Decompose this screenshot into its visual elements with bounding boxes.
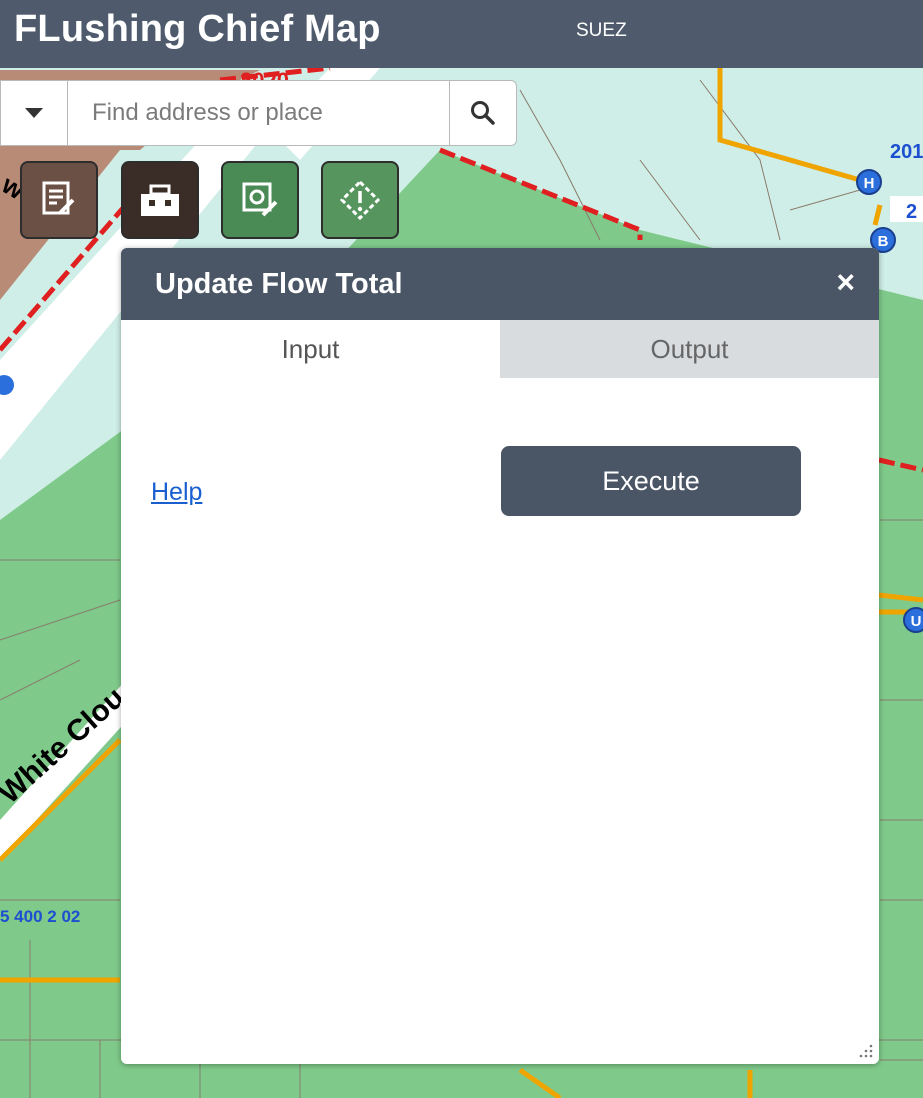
svg-text:H: H — [864, 175, 875, 192]
marker-h[interactable]: H — [856, 169, 882, 195]
help-link[interactable]: Help — [151, 478, 202, 507]
resize-grip-icon[interactable] — [859, 1044, 873, 1058]
map-label-2: 2 — [906, 201, 917, 223]
marker-u[interactable]: U — [903, 607, 923, 633]
chevron-down-icon — [25, 108, 43, 118]
panel-title: Update Flow Total — [155, 268, 403, 300]
notes-tool-button[interactable] — [20, 161, 98, 239]
toolbox-tool-button[interactable] — [121, 161, 199, 239]
svg-text:U: U — [911, 613, 922, 630]
toolbox-icon — [141, 184, 179, 216]
warning-area-icon — [340, 180, 380, 220]
close-icon[interactable]: × — [836, 266, 855, 298]
notes-icon — [42, 181, 75, 215]
map-label-201: 201 — [890, 141, 923, 163]
search-input[interactable] — [68, 81, 449, 145]
search-button[interactable] — [449, 81, 516, 145]
tab-output[interactable]: Output — [500, 320, 879, 378]
panel-tabs: Input Output — [121, 320, 879, 378]
search-bar — [0, 80, 517, 146]
warning-area-tool-button[interactable] — [321, 161, 399, 239]
map-label-parcel: 5 400 2 02 — [0, 907, 80, 926]
app-title: FLushing Chief Map — [14, 8, 381, 50]
settings-edit-icon — [242, 182, 278, 217]
app-header: FLushing Chief Map SUEZ — [0, 0, 923, 68]
settings-edit-tool-button[interactable] — [221, 161, 299, 239]
execute-button[interactable]: Execute — [501, 446, 801, 516]
search-source-dropdown[interactable] — [1, 81, 68, 145]
search-icon — [471, 101, 495, 125]
update-flow-total-panel: Update Flow Total × Input Output Help Ex… — [121, 248, 879, 1064]
svg-text:B: B — [878, 233, 889, 250]
panel-header[interactable]: Update Flow Total × — [121, 248, 879, 320]
tab-input[interactable]: Input — [121, 320, 500, 378]
app-subtitle: SUEZ — [576, 20, 627, 41]
